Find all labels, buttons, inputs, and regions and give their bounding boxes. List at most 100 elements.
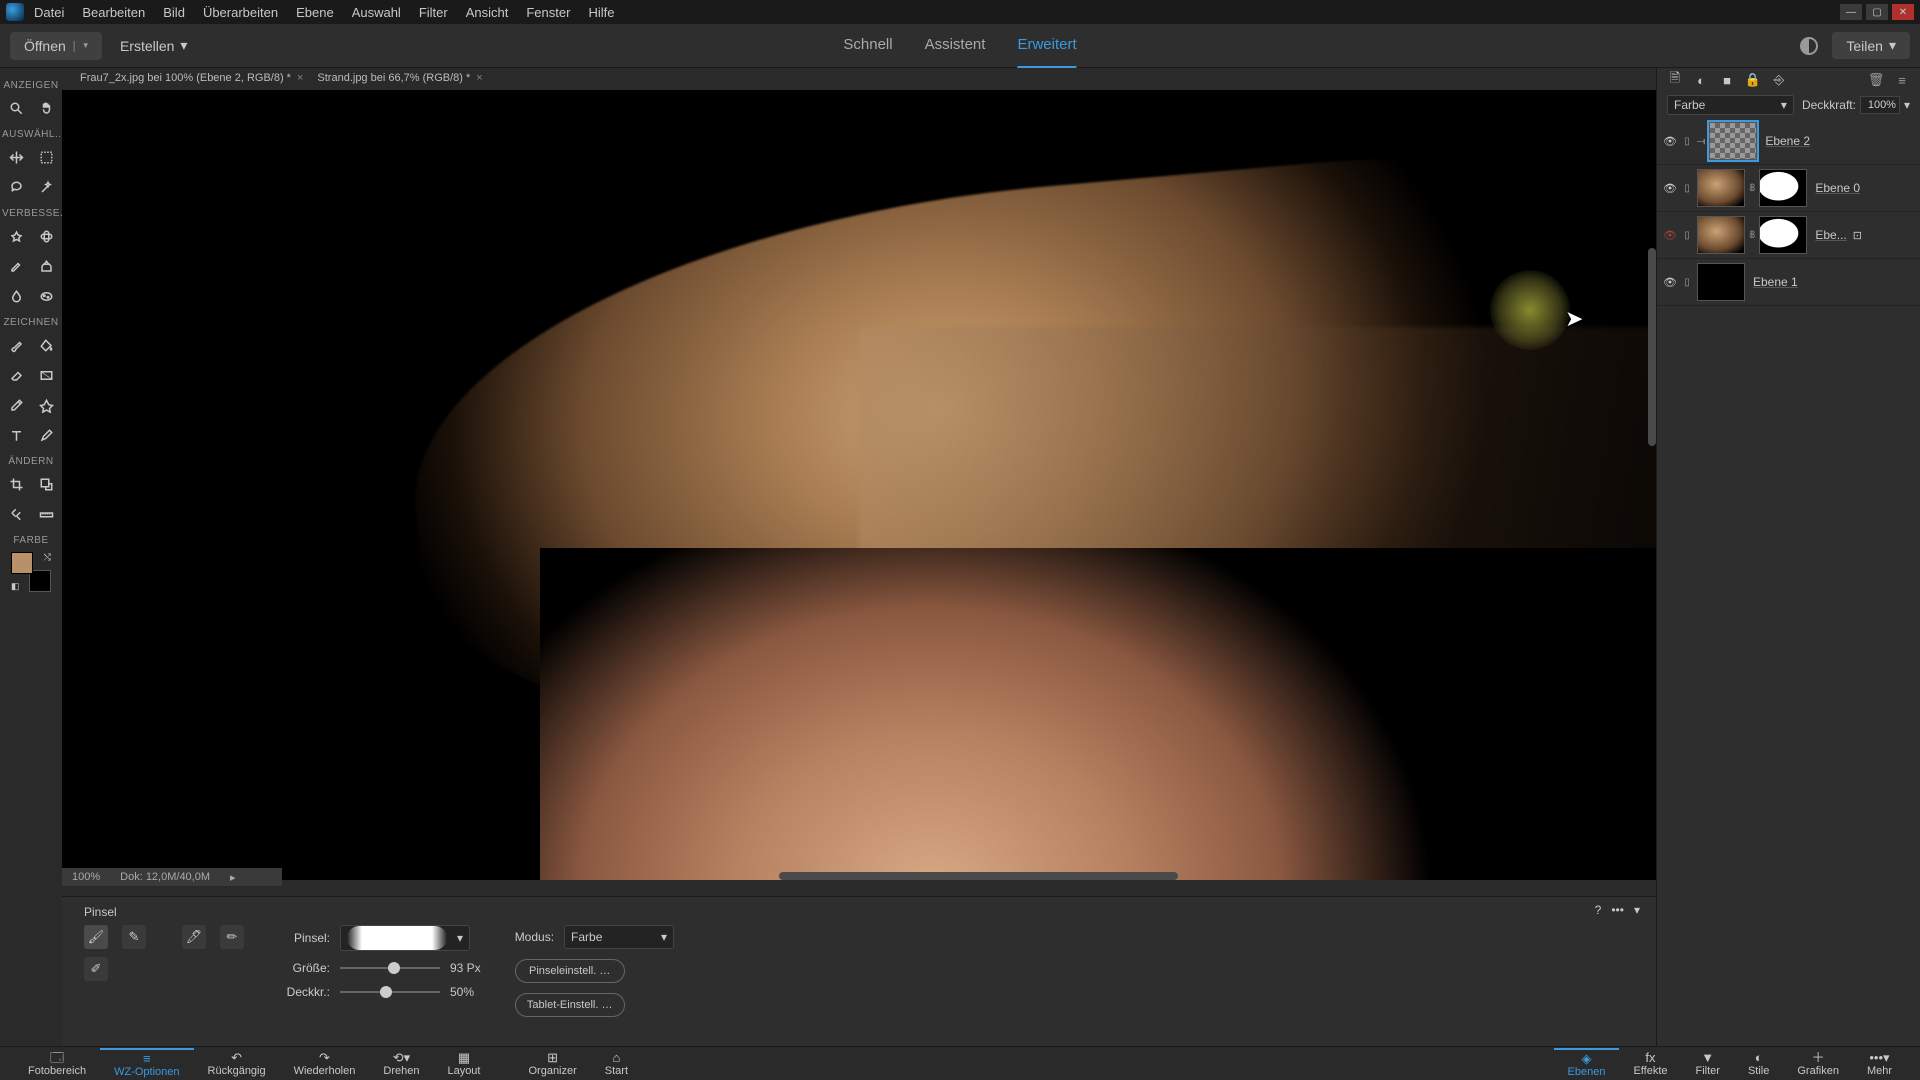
lock-indicator-icon[interactable]: ▯	[1681, 183, 1693, 194]
graphics-tab-button[interactable]: ＋Grafiken	[1783, 1051, 1853, 1077]
layers-tab-button[interactable]: ◈Ebenen	[1554, 1048, 1620, 1078]
layer-opacity-input[interactable]	[1860, 96, 1900, 114]
visibility-icon[interactable]: 👁	[1663, 135, 1677, 148]
menu-auswahl[interactable]: Auswahl	[352, 5, 401, 20]
text-tool-icon[interactable]	[7, 426, 25, 444]
wand-tool-icon[interactable]	[37, 178, 55, 196]
close-icon[interactable]: ×	[297, 72, 303, 84]
opts-collapse-icon[interactable]: ▾	[1634, 903, 1640, 917]
lock-icon[interactable]: 🔒	[1745, 72, 1761, 88]
pencil-tool-icon[interactable]	[37, 426, 55, 444]
canvas-scrollbar-horizontal[interactable]	[779, 872, 1178, 880]
bucket-tool-icon[interactable]	[37, 336, 55, 354]
brush-variant-5-icon[interactable]: ✏	[220, 925, 244, 949]
lasso-tool-icon[interactable]	[7, 178, 25, 196]
open-button[interactable]: Öffnen│▾	[10, 32, 102, 60]
filter-tab-button[interactable]: ▼Filter	[1682, 1051, 1734, 1077]
gradient-tool-icon[interactable]	[37, 366, 55, 384]
size-slider[interactable]	[340, 967, 440, 969]
layer-blend-select[interactable]: Farbe▾	[1667, 95, 1794, 115]
window-maximize-button[interactable]: ▢	[1866, 4, 1888, 20]
fx-indicator-icon[interactable]: ⊡	[1853, 229, 1862, 242]
layer-row-ebene-copy[interactable]: 👁 ▯ 𝟠 Ebe... ⊡	[1657, 212, 1920, 259]
menu-ueberarbeiten[interactable]: Überarbeiten	[203, 5, 278, 20]
opts-more-icon[interactable]: •••	[1611, 903, 1624, 917]
menu-fenster[interactable]: Fenster	[526, 5, 570, 20]
crop-tool-icon[interactable]	[7, 475, 25, 493]
opacity-caret-icon[interactable]: ▾	[1904, 98, 1910, 112]
brush-variant-1-icon[interactable]: 🖌	[84, 925, 108, 949]
layer-thumbnail[interactable]	[1697, 216, 1745, 254]
brush-variant-2-icon[interactable]: ✎	[122, 925, 146, 949]
menu-bearbeiten[interactable]: Bearbeiten	[82, 5, 145, 20]
straighten-tool-icon[interactable]	[37, 505, 55, 523]
menu-ansicht[interactable]: Ansicht	[466, 5, 509, 20]
spot-heal-tool-icon[interactable]	[37, 227, 55, 245]
brush-settings-button[interactable]: Pinseleinstell. …	[515, 959, 625, 983]
marquee-tool-icon[interactable]	[37, 148, 55, 166]
lock-indicator-icon[interactable]: ▯	[1681, 277, 1693, 288]
window-minimize-button[interactable]: —	[1840, 4, 1862, 20]
menu-bild[interactable]: Bild	[163, 5, 185, 20]
mask-link-icon[interactable]: 𝟠	[1749, 230, 1755, 241]
layer-row-ebene-1[interactable]: 👁 ▯ Ebene 1	[1657, 259, 1920, 306]
visibility-icon[interactable]: 👁	[1663, 229, 1677, 242]
reset-colors-icon[interactable]: ◧	[11, 581, 20, 592]
tool-options-button[interactable]: ≡WZ-Optionen	[100, 1048, 193, 1078]
brush-preset-dropdown[interactable]: ▾	[340, 925, 470, 951]
menu-datei[interactable]: Datei	[34, 5, 64, 20]
mask-icon[interactable]: ■	[1719, 72, 1735, 88]
photobin-button[interactable]: 🗔Fotobereich	[14, 1051, 100, 1077]
effects-tab-button[interactable]: fxEffekte	[1619, 1051, 1681, 1077]
swap-colors-icon[interactable]: ⤭	[44, 552, 51, 563]
smart-brush-tool-icon[interactable]	[7, 257, 25, 275]
layout-button[interactable]: ▦Layout	[433, 1051, 494, 1077]
eraser-tool-icon[interactable]	[7, 366, 25, 384]
menu-filter[interactable]: Filter	[419, 5, 448, 20]
more-tab-button[interactable]: •••▾Mehr	[1853, 1051, 1906, 1077]
brush-variant-4-icon[interactable]: 🖊	[182, 925, 206, 949]
mask-thumbnail[interactable]	[1759, 169, 1807, 207]
layer-row-ebene-2[interactable]: 👁 ▯ ⟞ Ebene 2	[1657, 118, 1920, 165]
lock-indicator-icon[interactable]: ▯	[1681, 230, 1693, 241]
redeye-tool-icon[interactable]	[7, 227, 25, 245]
canvas-scrollbar-vertical[interactable]	[1648, 248, 1656, 446]
trash-icon[interactable]: 🗑	[1868, 72, 1884, 88]
visibility-icon[interactable]: 👁	[1663, 276, 1677, 289]
brush-tool-icon[interactable]	[7, 336, 25, 354]
new-layer-icon[interactable]: 🗎	[1667, 72, 1683, 88]
share-button[interactable]: Teilen▾	[1832, 32, 1910, 59]
mask-thumbnail[interactable]	[1759, 216, 1807, 254]
theme-toggle-icon[interactable]	[1800, 37, 1818, 55]
layer-row-ebene-0[interactable]: 👁 ▯ 𝟠 Ebene 0	[1657, 165, 1920, 212]
status-caret-icon[interactable]: ▸	[230, 871, 236, 884]
content-move-tool-icon[interactable]	[7, 505, 25, 523]
sponge-tool-icon[interactable]	[37, 287, 55, 305]
menu-hilfe[interactable]: Hilfe	[588, 5, 614, 20]
layer-thumbnail[interactable]	[1697, 169, 1745, 207]
tablet-settings-button[interactable]: Tablet-Einstell. …	[515, 993, 625, 1017]
create-dropdown[interactable]: Erstellen▾	[120, 37, 188, 54]
shape-tool-icon[interactable]	[37, 396, 55, 414]
layer-name[interactable]: Ebene 0	[1815, 181, 1860, 195]
opacity-slider[interactable]	[340, 991, 440, 993]
brush-variant-3-icon[interactable]: ✐	[84, 957, 108, 981]
adjustment-icon[interactable]: ◐	[1693, 72, 1709, 88]
panel-menu-icon[interactable]: ≡	[1894, 72, 1910, 88]
opacity-value[interactable]: 50%	[450, 985, 474, 999]
lock-indicator-icon[interactable]: ▯	[1681, 136, 1693, 147]
layer-thumbnail[interactable]	[1709, 122, 1757, 160]
eyedropper-tool-icon[interactable]	[7, 396, 25, 414]
link-layers-icon[interactable]: ⎆	[1771, 72, 1787, 88]
document-tab-1[interactable]: Frau7_2x.jpg bei 100% (Ebene 2, RGB/8) *…	[80, 72, 303, 84]
mode-tab-guided[interactable]: Assistent	[925, 24, 986, 68]
layer-name[interactable]: Ebe...	[1815, 228, 1846, 242]
zoom-level[interactable]: 100%	[72, 871, 100, 883]
layer-name[interactable]: Ebene 2	[1765, 134, 1810, 148]
rotate-button[interactable]: ⟲▾Drehen	[369, 1051, 433, 1077]
document-tab-2[interactable]: Strand.jpg bei 66,7% (RGB/8) *×	[317, 72, 482, 84]
visibility-icon[interactable]: 👁	[1663, 182, 1677, 195]
redo-button[interactable]: ↷Wiederholen	[280, 1051, 370, 1077]
organizer-button[interactable]: ⊞Organizer	[514, 1051, 590, 1077]
blend-mode-select[interactable]: Farbe▾	[564, 925, 674, 949]
